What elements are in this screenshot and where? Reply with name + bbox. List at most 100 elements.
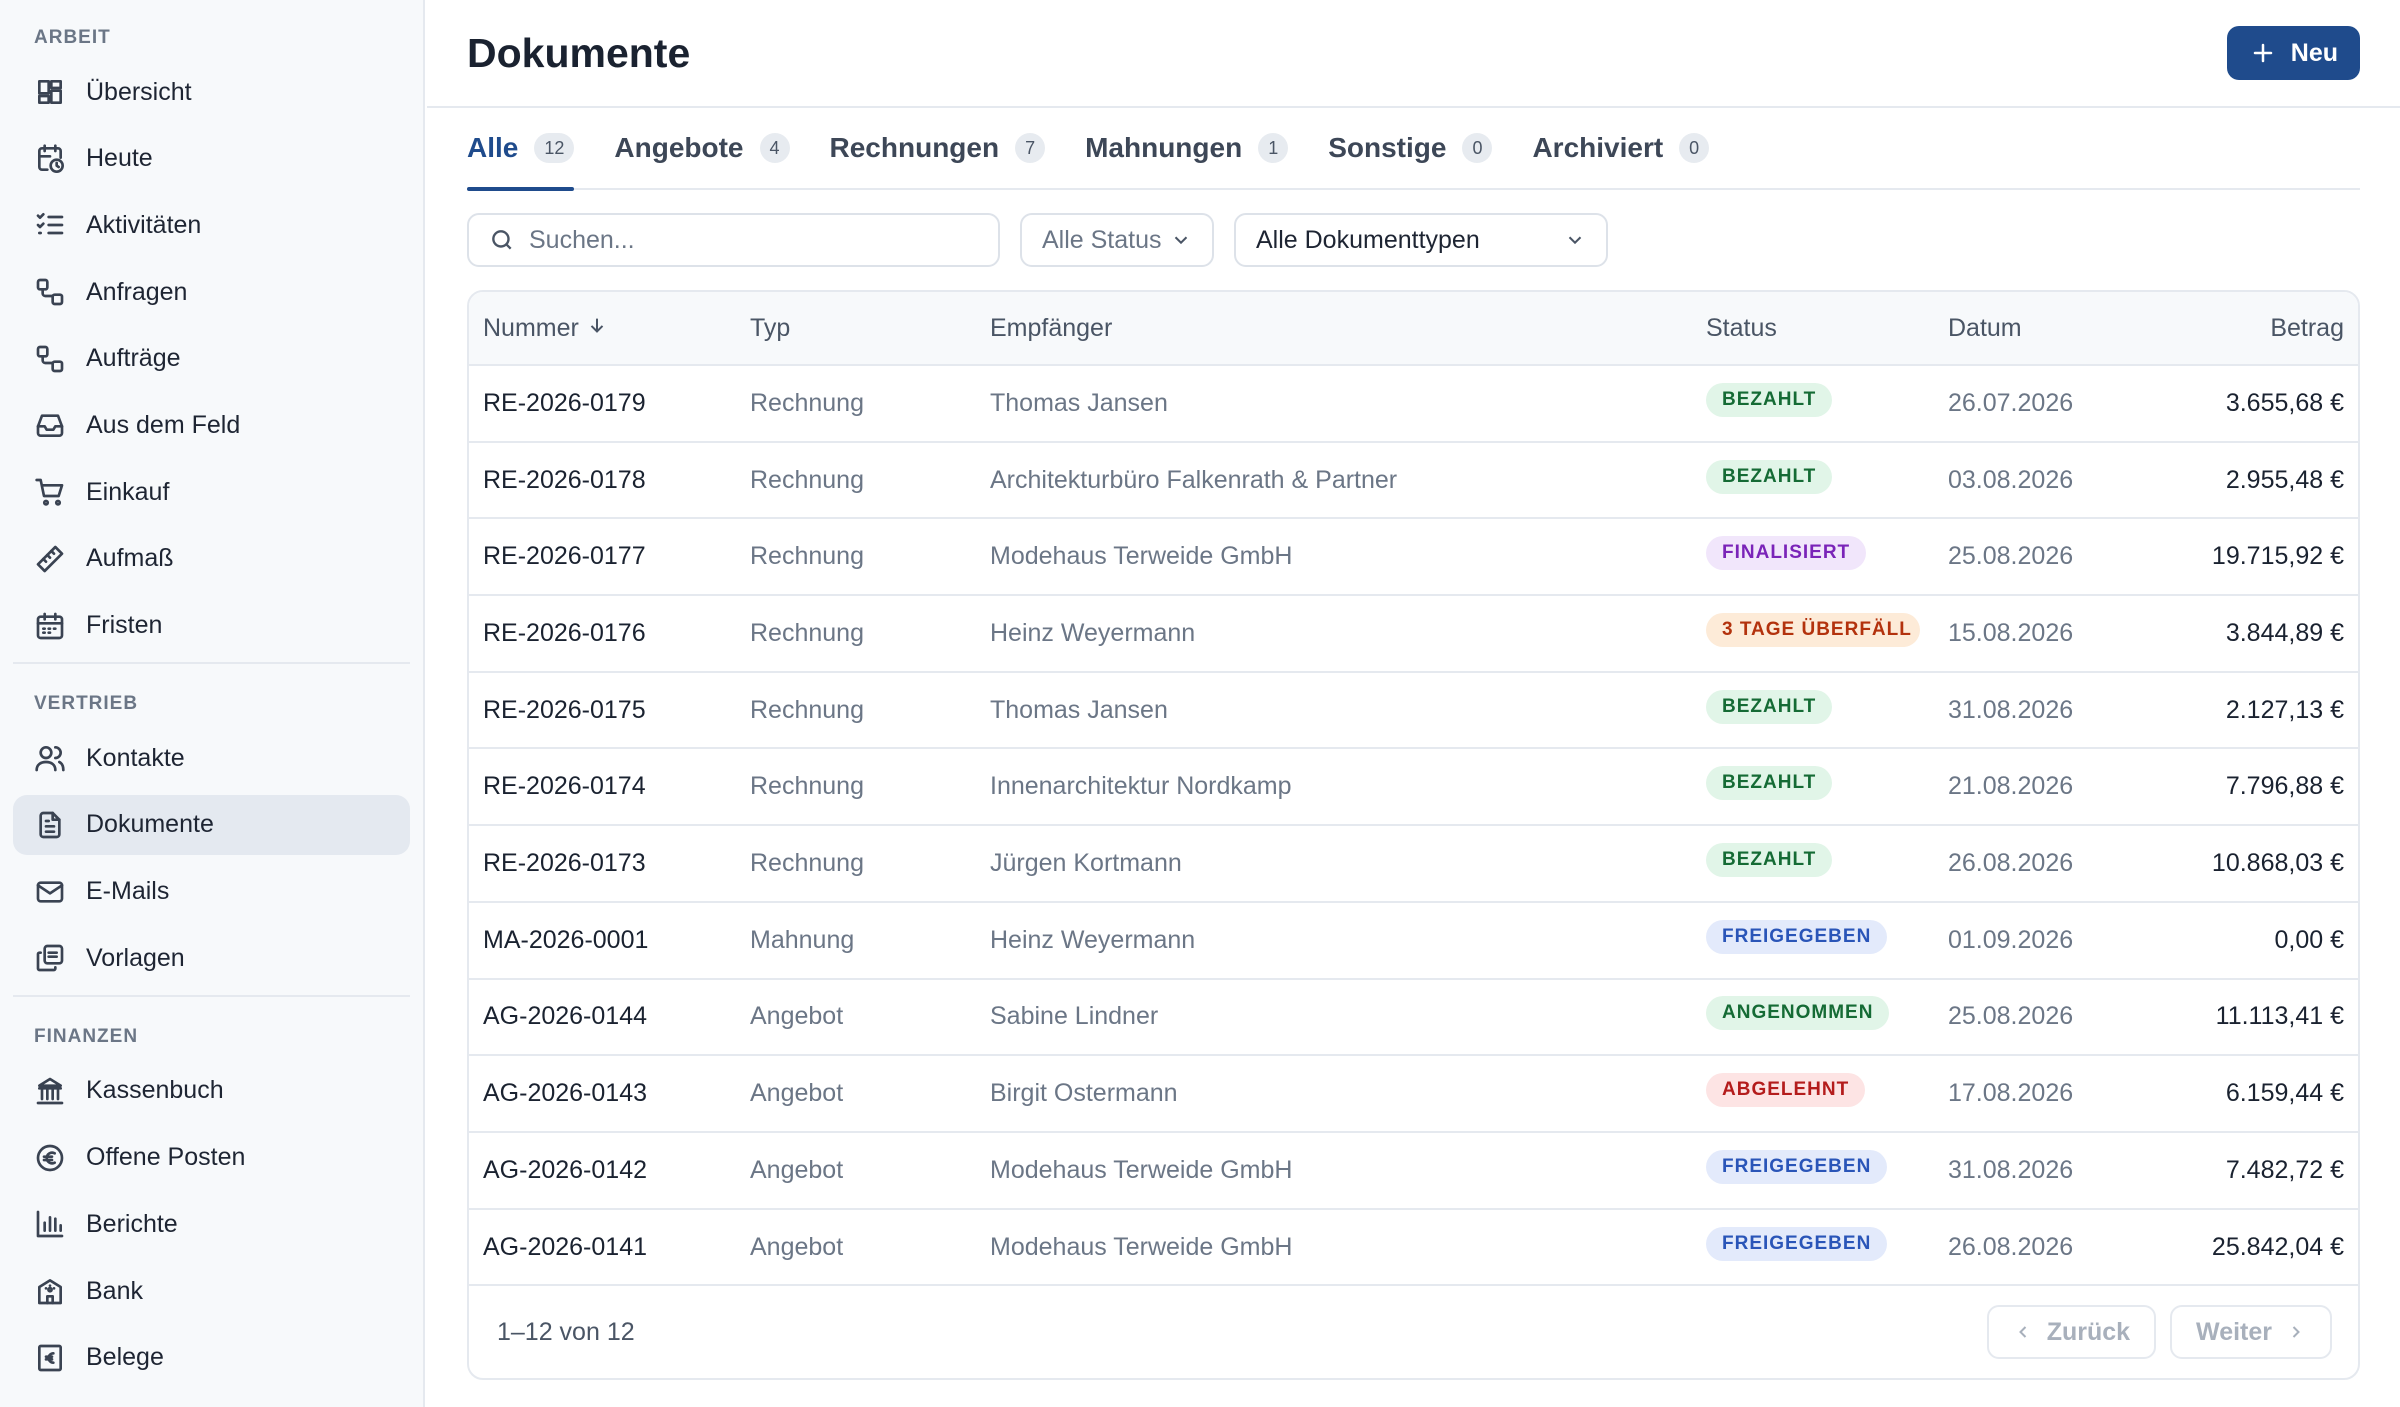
sidebar-item-heute[interactable]: Heute (13, 129, 410, 189)
sidebar-divider (13, 662, 410, 665)
table-row[interactable]: AG-2026-0141 Angebot Modehaus Terweide Gmb… (469, 1208, 2358, 1286)
table-row[interactable]: RE-2026-0174 Rechnung Innenarchitektur Nor… (469, 748, 2358, 825)
table-row[interactable]: RE-2026-0179 Rechnung Thomas Jansen BEZAHLT… (469, 365, 2358, 442)
sidebar-item-belege[interactable]: Belege (13, 1328, 410, 1388)
euro-circle-icon (34, 1142, 66, 1174)
new-button-label: Neu (2290, 38, 2338, 67)
table-row[interactable]: MA-2026-0001 Mahnung Heinz Weyermann FREIGE… (469, 901, 2358, 979)
bar-chart-icon (34, 1208, 66, 1240)
tab-rechnungen[interactable]: Rechnungen 7 (830, 107, 1046, 189)
ruler-icon (34, 543, 66, 575)
column-header-status[interactable]: Status (1692, 292, 1934, 365)
table-header-row: Nummer Typ Empfänger Status Datum Betrag (469, 292, 2358, 365)
sidebar-item-vorlagen[interactable]: Vorlagen (13, 928, 410, 988)
cell-status: ABGELEHNT (1692, 1055, 1934, 1132)
tab-label: Angebote (614, 132, 744, 163)
cell-nummer: RE-2026-0176 (483, 618, 646, 647)
sidebar-item-fristen[interactable]: Fristen (13, 596, 410, 656)
sidebar-item-bank[interactable]: Bank (13, 1261, 410, 1321)
chevron-left-icon (2018, 1326, 2026, 1338)
sidebar-item-aufmaß[interactable]: Aufmaß (13, 529, 410, 589)
tab-count-badge: 7 (1015, 133, 1046, 163)
column-label: Nummer (483, 313, 579, 342)
sidebar-item-label: Fristen (86, 611, 163, 639)
next-page-button[interactable]: Weiter (2170, 1305, 2332, 1359)
search-input[interactable] (529, 225, 969, 255)
tab-archiviert[interactable]: Archiviert 0 (1532, 107, 1710, 189)
column-header-typ[interactable]: Typ (736, 292, 976, 365)
users-icon (34, 742, 66, 774)
type-filter-select[interactable]: Alle Dokumenttypen (1234, 213, 1608, 267)
cart-icon (34, 476, 66, 508)
sidebar-item-dokumente[interactable]: Dokumente (13, 794, 410, 855)
cell-typ: Angebot (750, 1002, 844, 1031)
cell-status: BEZAHLT (1692, 442, 1934, 519)
tab-alle[interactable]: Alle 12 (467, 107, 575, 191)
status-badge: FINALISIERT (1706, 536, 1867, 571)
status-filter-select[interactable]: Alle Status (1020, 213, 1214, 267)
cell-empfaenger: Modehaus Terweide GmbH (990, 542, 1293, 571)
previous-page-button[interactable]: Zurück (1986, 1305, 2157, 1359)
sidebar-item-e-mails[interactable]: E-Mails (13, 862, 410, 922)
cell-empfaenger: Modehaus Terweide GmbH (990, 1232, 1293, 1261)
cell-typ: Angebot (750, 1232, 844, 1261)
sidebar-item-aus-dem-feld[interactable]: Aus dem Feld (13, 395, 410, 455)
table-row[interactable]: AG-2026-0144 Angebot Sabine Lindner ANGENOM… (469, 978, 2358, 1056)
sidebar-item-anfragen[interactable]: Anfragen (13, 262, 410, 322)
sidebar-item-aktivitäten[interactable]: Aktivitäten (13, 195, 410, 255)
tab-angebote[interactable]: Angebote 4 (614, 107, 790, 189)
sidebar-item-einkauf[interactable]: Einkauf (13, 462, 410, 522)
status-badge: BEZAHLT (1706, 689, 1833, 724)
table-row[interactable]: RE-2026-0177 Rechnung Modehaus Terweide Gm… (469, 518, 2358, 595)
table-row[interactable]: AG-2026-0142 Angebot Modehaus Terweide Gmb… (469, 1131, 2358, 1209)
main-content: Dokumente Neu Alle 12 Angebote 4 Rechnungen 7… (427, 0, 2400, 1407)
sidebar-item-offene-posten[interactable]: Offene Posten (13, 1128, 410, 1188)
cell-empfaenger: Innenarchitektur Nordkamp (990, 772, 1292, 801)
tab-mahnungen[interactable]: Mahnungen 1 (1085, 107, 1289, 189)
sidebar-item-aufträge[interactable]: Aufträge (13, 329, 410, 389)
cell-betrag: 6.159,44 € (2225, 1079, 2344, 1108)
sidebar-item-kassenbuch[interactable]: Kassenbuch (13, 1061, 410, 1121)
tab-count-badge: 12 (534, 133, 575, 163)
sidebar-item-berichte[interactable]: Berichte (13, 1194, 410, 1254)
table-row[interactable]: RE-2026-0173 Rechnung Jürgen Kortmann BEZAH… (469, 825, 2358, 902)
column-header-empfaenger[interactable]: Empfänger (976, 292, 1692, 365)
sidebar-item-kontakte[interactable]: Kontakte (13, 728, 410, 788)
table-row[interactable]: RE-2026-0175 Rechnung Thomas Jansen BEZAHLT… (469, 671, 2358, 749)
search-box[interactable] (467, 213, 1000, 267)
table-row[interactable]: AG-2026-0143 Angebot Birgit Ostermann ABGEL… (469, 1055, 2358, 1132)
sidebar: ARBEIT Übersicht Heute Aktivitäten Anfragen A… (0, 0, 425, 1407)
status-badge: ABGELEHNT (1706, 1073, 1866, 1108)
cell-datum: 25.08.2026 (1948, 1002, 2074, 1031)
cell-status: FREIGEGEBEN (1692, 1132, 1934, 1209)
cell-status: ANGENOMMEN (1692, 979, 1934, 1056)
column-header-nummer[interactable]: Nummer (469, 292, 736, 365)
table-row[interactable]: RE-2026-0176 Rechnung Heinz Weyermann 3 TAG… (469, 595, 2358, 672)
chevron-down-icon (1568, 236, 1582, 245)
column-header-betrag[interactable]: Betrag (2149, 292, 2358, 365)
column-header-datum[interactable]: Datum (1934, 292, 2149, 365)
sidebar-item-label: E-Mails (86, 877, 170, 906)
copy-icon (34, 942, 66, 974)
cell-nummer: RE-2026-0179 (483, 388, 646, 417)
cell-empfaenger: Jürgen Kortmann (990, 848, 1182, 877)
status-badge: FREIGEGEBEN (1706, 1226, 1888, 1261)
cell-nummer: RE-2026-0175 (483, 695, 646, 724)
chevron-down-icon (1174, 236, 1188, 245)
sidebar-section-label: VERTRIEB (34, 693, 139, 715)
cell-datum: 03.08.2026 (1948, 465, 2074, 494)
cell-typ: Angebot (750, 1079, 844, 1108)
cell-betrag: 2.127,13 € (2225, 695, 2344, 724)
cell-empfaenger: Heinz Weyermann (990, 618, 1196, 647)
cell-nummer: RE-2026-0173 (483, 848, 646, 877)
tab-sonstige[interactable]: Sonstige 0 (1328, 107, 1493, 189)
cell-datum: 26.08.2026 (1948, 1232, 2074, 1261)
sidebar-item-label: Offene Posten (86, 1143, 246, 1172)
new-document-button[interactable]: Neu (2226, 26, 2360, 80)
cell-empfaenger: Heinz Weyermann (990, 925, 1196, 954)
table-row[interactable]: RE-2026-0178 Rechnung Architekturbüro Falk… (469, 441, 2358, 519)
sidebar-item-übersicht[interactable]: Übersicht (13, 62, 410, 122)
document-icon (34, 809, 66, 841)
cell-status: FREIGEGEBEN (1692, 902, 1934, 979)
sidebar-item-label: Belege (86, 1343, 164, 1372)
